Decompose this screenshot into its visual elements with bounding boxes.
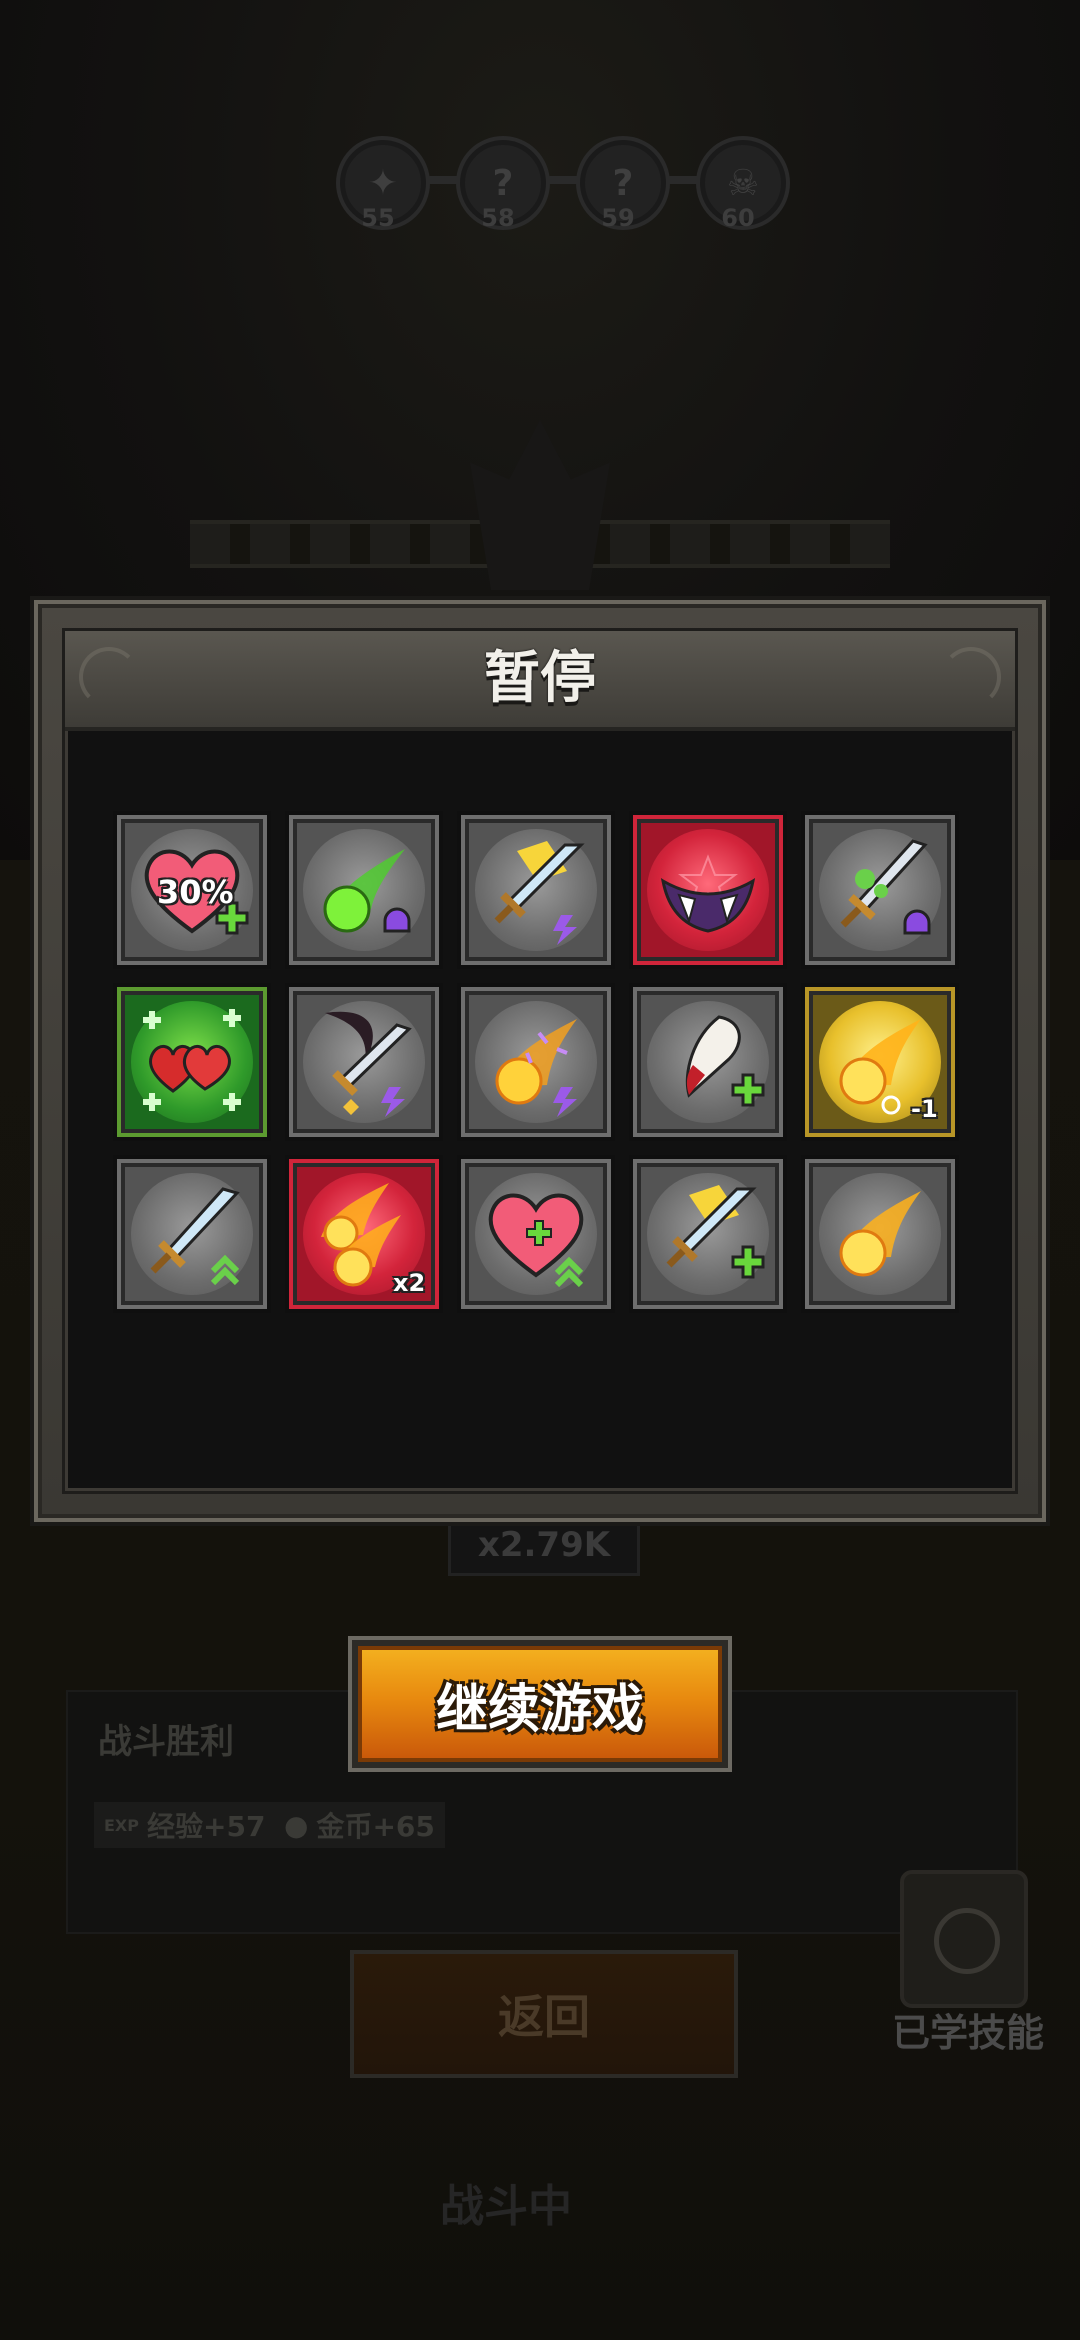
skill-slot[interactable]: x2 [289,1159,439,1309]
skill-slot[interactable] [289,815,439,965]
learned-skills-button[interactable]: 已学技能 [878,1870,1058,2070]
stage-number: 60 [721,204,755,232]
gold-reward-label: 金币+65 [316,1810,435,1843]
skill-slot[interactable] [633,1159,783,1309]
exp-reward-label: 经验+57 [147,1810,266,1843]
golden-sword-icon [666,1185,765,1279]
return-button[interactable]: 返回 [350,1950,738,2078]
skill-badge: x2 [393,1269,426,1297]
stage-number: 55 [361,204,395,232]
skill-slot[interactable]: -1 [805,987,955,1137]
battle-result-title: 战斗胜利 [98,1722,234,1762]
gold-reward: ● 金币+65 [274,1802,445,1848]
fireball-icon [839,1191,921,1277]
green-comet-icon [323,849,411,933]
skill-badge: -1 [911,1095,938,1123]
lightning-sword-icon [494,841,585,945]
skill-slot[interactable] [289,987,439,1137]
acquired-skills-grid: 30% -1 x2 [117,815,955,1309]
scythe-sword-icon [325,1011,412,1117]
skill-slot[interactable] [117,1159,267,1309]
coin-icon: ● [284,1808,309,1842]
healing-hearts-icon [143,1009,241,1111]
vampire-fangs-icon [660,854,756,933]
skill-slot[interactable]: 30% [117,815,267,965]
skill-slot[interactable] [461,1159,611,1309]
skill-slot[interactable] [117,987,267,1137]
learned-skills-label: 已学技能 [891,2011,1044,2055]
poison-sword-icon [840,839,931,935]
bloody-claw-icon [685,1015,765,1107]
skill-slot[interactable] [805,815,955,965]
pause-dialog: 暂停 30% -1 x2 [34,600,1046,1522]
stage-number: 59 [601,204,635,232]
skill-slot[interactable] [633,815,783,965]
stage-progress: ✦ 55 ? 58 ? 59 ☠ 60 [340,140,800,232]
skill-slot[interactable] [461,987,611,1137]
stage-number: 58 [481,204,515,232]
exp-icon: EXP [104,1815,139,1835]
exp-reward: EXP 经验+57 [94,1802,276,1848]
pause-dialog-title: 暂停 [484,646,596,711]
skill-slot[interactable] [633,987,783,1137]
skill-badge: 30% [157,873,234,911]
battle-status-label: 战斗中 [440,2181,572,2232]
damage-multiplier: x2.79K [448,1514,640,1576]
continue-game-button[interactable]: 继续游戏 [352,1640,728,1768]
skill-slot[interactable] [805,1159,955,1309]
pause-dialog-body: 暂停 30% -1 x2 [62,628,1018,1494]
scroll-icon [900,1870,1028,2008]
purple-fireball-icon [495,1019,577,1117]
skill-slot[interactable] [461,815,611,965]
heart-icon [488,1193,584,1288]
sword-icon [150,1187,240,1286]
